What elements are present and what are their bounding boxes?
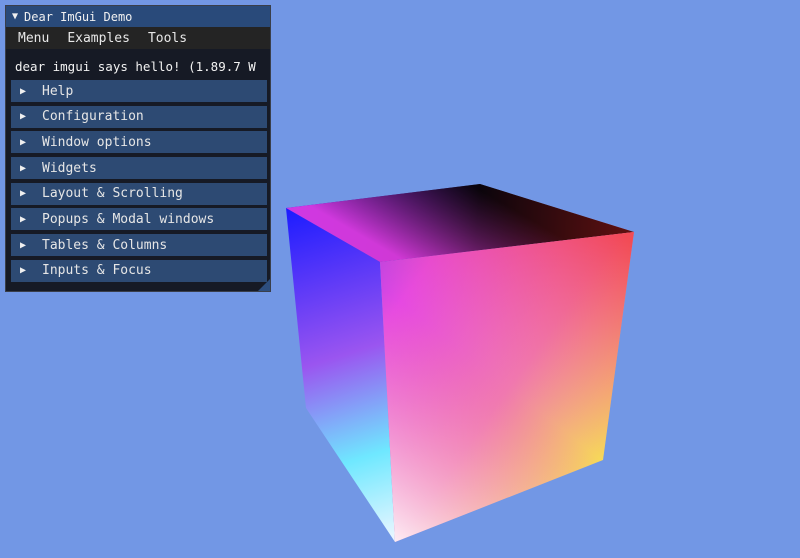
header-configuration[interactable]: ▶ Configuration bbox=[11, 105, 267, 128]
header-label: Help bbox=[42, 83, 74, 99]
menu-item-examples[interactable]: Examples bbox=[67, 31, 130, 46]
collapsing-headers-list: ▶ Help ▶ Configuration ▶ Window options … bbox=[11, 80, 267, 286]
header-label: Widgets bbox=[42, 160, 97, 176]
header-widgets[interactable]: ▶ Widgets bbox=[11, 157, 267, 180]
expand-arrow-icon: ▶ bbox=[20, 265, 27, 277]
expand-arrow-icon: ▶ bbox=[20, 136, 27, 148]
expand-arrow-icon: ▶ bbox=[20, 111, 27, 123]
hello-text: dear imgui says hello! (1.89.7 W bbox=[15, 59, 256, 74]
header-window-options[interactable]: ▶ Window options bbox=[11, 131, 267, 154]
collapse-arrow-icon[interactable]: ▼ bbox=[12, 11, 18, 22]
menu-bar: Menu Examples Tools bbox=[6, 27, 270, 49]
header-inputs-focus[interactable]: ▶ Inputs & Focus bbox=[11, 259, 267, 282]
expand-arrow-icon: ▶ bbox=[20, 188, 27, 200]
header-help[interactable]: ▶ Help bbox=[11, 80, 267, 102]
header-label: Configuration bbox=[42, 109, 144, 125]
menu-item-menu[interactable]: Menu bbox=[18, 31, 49, 46]
header-label: Tables & Columns bbox=[42, 237, 168, 253]
expand-arrow-icon: ▶ bbox=[20, 213, 27, 225]
cube-front-face-shade bbox=[380, 232, 634, 542]
header-label: Layout & Scrolling bbox=[42, 186, 183, 202]
resize-grip[interactable] bbox=[258, 279, 270, 291]
window-title: Dear ImGui Demo bbox=[24, 9, 133, 24]
header-layout-scrolling[interactable]: ▶ Layout & Scrolling bbox=[11, 182, 267, 205]
expand-arrow-icon: ▶ bbox=[20, 85, 27, 97]
header-label: Popups & Modal windows bbox=[42, 211, 215, 227]
expand-arrow-icon: ▶ bbox=[20, 239, 27, 251]
imgui-demo-window[interactable]: ▼ Dear ImGui Demo Menu Examples Tools de… bbox=[5, 5, 271, 292]
window-titlebar[interactable]: ▼ Dear ImGui Demo bbox=[6, 6, 270, 27]
header-label: Window options bbox=[42, 134, 152, 150]
menu-item-tools[interactable]: Tools bbox=[148, 31, 187, 46]
header-tables-columns[interactable]: ▶ Tables & Columns bbox=[11, 234, 267, 257]
header-label: Inputs & Focus bbox=[42, 263, 152, 279]
expand-arrow-icon: ▶ bbox=[20, 162, 27, 174]
header-popups-modal-windows[interactable]: ▶ Popups & Modal windows bbox=[11, 208, 267, 231]
